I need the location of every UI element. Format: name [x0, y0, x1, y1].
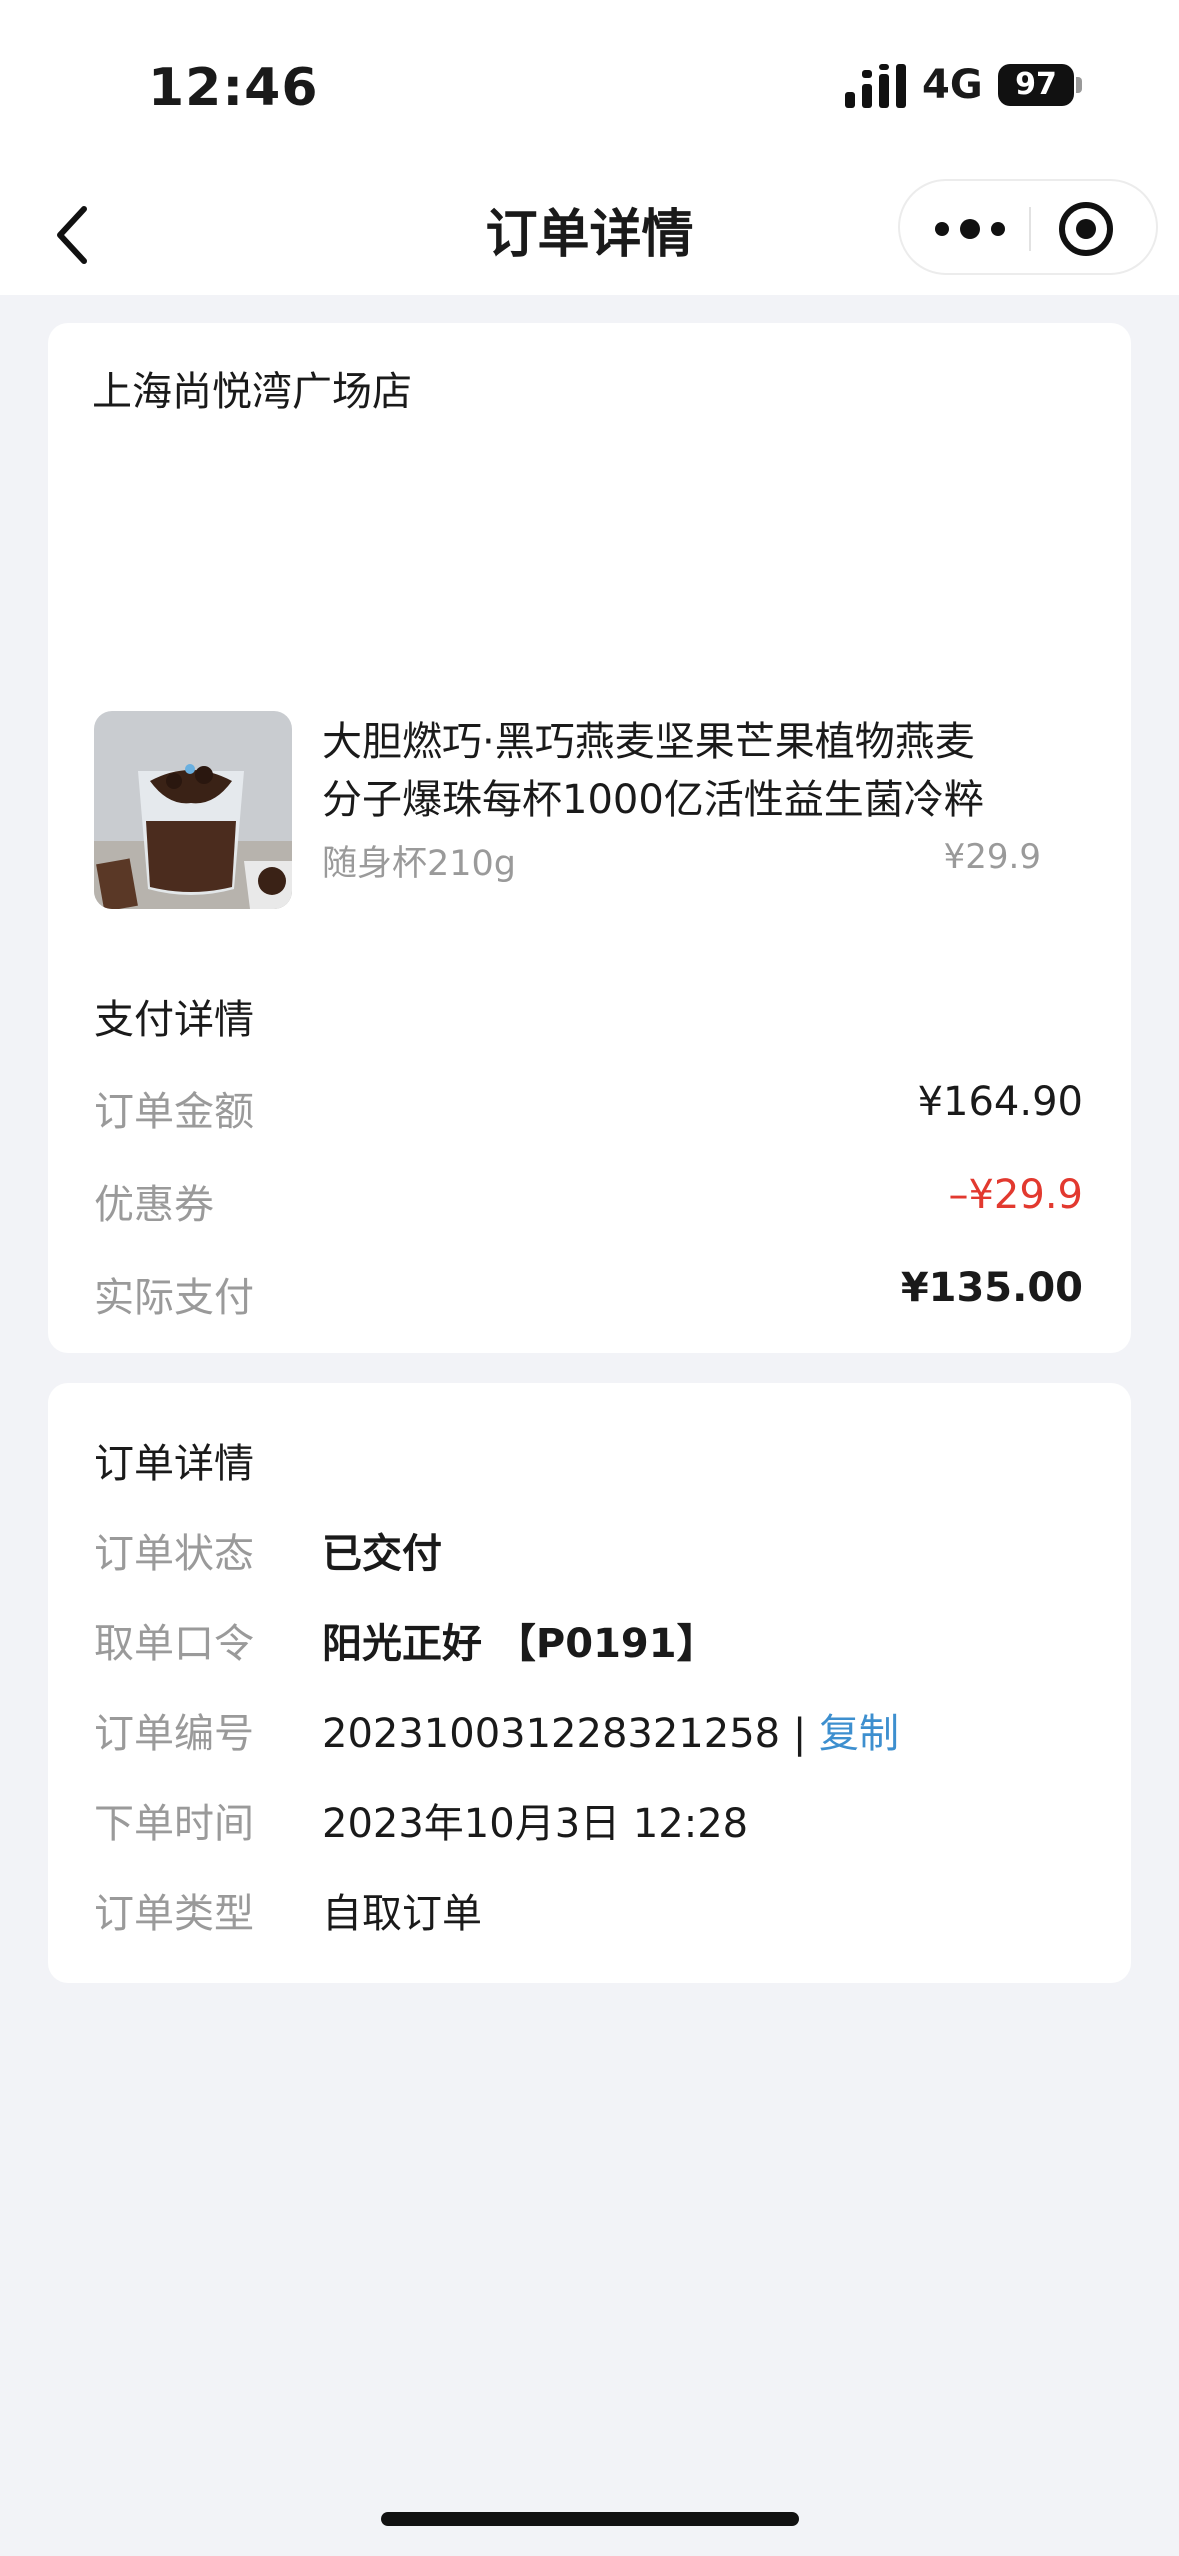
product-price: ¥29.9	[943, 837, 1041, 877]
order-amount-label: 订单金额	[94, 1089, 254, 1135]
pickup-code-label: 取单口令	[94, 1621, 254, 1667]
status-time: 12:46	[148, 58, 319, 118]
miniapp-capsule	[898, 179, 1158, 275]
status-bar: 12:46 4G 97	[0, 0, 1179, 175]
copy-separator: |	[792, 1711, 807, 1757]
nav-bar: 订单详情	[0, 175, 1179, 295]
close-miniapp-icon[interactable]	[1056, 199, 1116, 259]
coupon-label: 优惠券	[94, 1182, 214, 1228]
product-name-line1: 大胆燃巧·黑巧燕麦坚果芒果植物燕麦	[322, 719, 975, 765]
order-status-value: 已交付	[322, 1531, 442, 1577]
product-spec: 随身杯210g	[322, 844, 517, 884]
capsule-divider	[1029, 207, 1031, 251]
more-options-icon[interactable]	[930, 201, 1010, 257]
order-number-label: 订单编号	[94, 1711, 254, 1757]
product-name-line2: 分子爆珠每杯1000亿活性益生菌冷粹	[322, 777, 984, 823]
order-details-title: 订单详情	[94, 1441, 254, 1487]
order-type-value: 自取订单	[322, 1891, 482, 1937]
payment-section-title: 支付详情	[94, 997, 254, 1043]
order-type-label: 订单类型	[94, 1891, 254, 1937]
product-name[interactable]: 大胆燃巧·黑巧燕麦坚果芒果植物燕麦 分子爆珠每杯1000亿活性益生菌冷粹	[322, 713, 1042, 829]
order-number-row: 202310031228321258 | 复制	[322, 1701, 899, 1759]
battery-tip	[1076, 77, 1082, 93]
order-amount-value: ¥164.90	[917, 1079, 1083, 1125]
home-indicator[interactable]	[381, 2512, 799, 2526]
network-type: 4G	[922, 62, 983, 108]
actual-payment-label: 实际支付	[94, 1275, 254, 1321]
order-summary-card: 上海尚悦湾广场店 大胆燃巧·黑巧燕麦坚果芒果植物燕麦 分子爆珠每杯1000亿活性…	[48, 323, 1131, 1353]
product-image[interactable]	[94, 711, 292, 909]
order-time-value: 2023年10月3日 12:28	[322, 1801, 749, 1847]
order-number-value: 202310031228321258	[322, 1711, 781, 1757]
store-name: 上海尚悦湾广场店	[92, 369, 412, 415]
coupon-value: –¥29.9	[948, 1172, 1083, 1218]
copy-button[interactable]: 复制	[819, 1711, 899, 1757]
cellular-signal-icon	[845, 64, 906, 108]
battery-icon: 97	[998, 64, 1074, 106]
order-time-label: 下单时间	[94, 1801, 254, 1847]
pickup-code-value: 阳光正好 【P0191】	[322, 1621, 717, 1667]
actual-payment-value: ¥135.00	[900, 1265, 1083, 1311]
order-details-card: 订单详情 订单状态 已交付 取单口令 阳光正好 【P0191】 订单编号 202…	[48, 1383, 1131, 1983]
order-status-label: 订单状态	[94, 1531, 254, 1577]
